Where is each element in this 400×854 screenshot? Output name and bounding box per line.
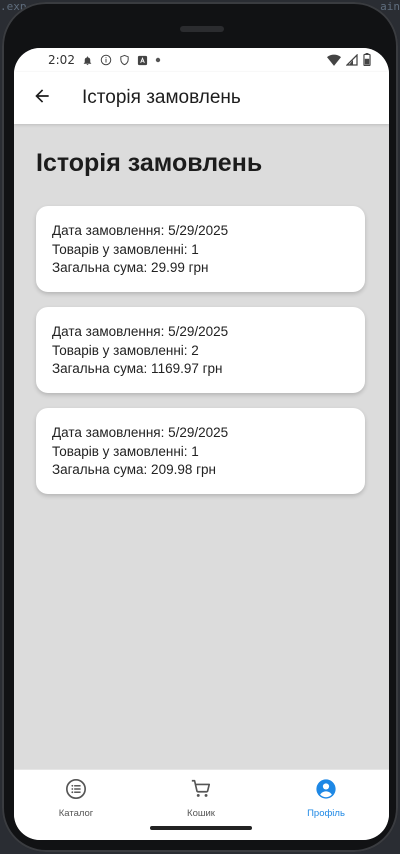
- nav-item-cart[interactable]: Кошик: [161, 778, 241, 819]
- shield-icon: [119, 54, 130, 66]
- wifi-icon: [327, 54, 341, 69]
- phone-speaker: [180, 26, 224, 32]
- battery-icon: [363, 53, 371, 69]
- order-items-count: Товарів у замовленні: 2: [52, 342, 199, 358]
- nav-item-catalog[interactable]: Каталог: [36, 778, 116, 819]
- status-bar: 2:02: [14, 48, 389, 72]
- order-date: Дата замовлення: 5/29/2025: [52, 223, 229, 238]
- notification-bell-icon: [82, 55, 93, 66]
- order-card[interactable]: Дата замовлення: 5/29/2025 Товарів у зам…: [36, 307, 365, 393]
- order-total: Загальна сума: 29.99 грн: [52, 260, 209, 275]
- order-total: Загальна сума: 209.98 грн: [52, 462, 216, 477]
- phone-frame: 2:02 Історія замовлень Історія замовлень…: [2, 2, 398, 852]
- page-title: Історія замовлень: [36, 149, 263, 177]
- order-items-count: Товарів у замовленні: 1: [52, 443, 199, 459]
- arrow-back-icon: [32, 86, 52, 111]
- translate-icon: [137, 55, 148, 66]
- order-date: Дата замовлення: 5/29/2025: [52, 425, 229, 440]
- nav-label-cart: Кошик: [187, 808, 215, 819]
- signal-icon: [345, 52, 358, 69]
- dot-icon: [155, 57, 161, 63]
- status-right-group: [327, 52, 371, 69]
- background-code-fragment-right: ain: [380, 0, 400, 13]
- nav-label-profile: Профіль: [307, 808, 345, 819]
- nav-item-profile[interactable]: Профіль: [286, 778, 366, 819]
- order-date: Дата замовлення: 5/29/2025: [52, 324, 229, 339]
- app-bar: Історія замовлень: [14, 72, 389, 124]
- order-card[interactable]: Дата замовлення: 5/29/2025 Товарів у зам…: [36, 408, 365, 494]
- status-time: 2:02: [48, 53, 75, 67]
- list-icon: [65, 778, 87, 805]
- order-items-count: Товарів у замовленні: 1: [52, 241, 199, 257]
- app-screen: 2:02 Історія замовлень Історія замовлень…: [14, 48, 389, 840]
- profile-icon: [315, 778, 337, 805]
- nav-label-catalog: Каталог: [58, 808, 94, 819]
- order-total: Загальна сума: 1169.97 грн: [52, 361, 223, 376]
- app-bar-title: Історія замовлень: [82, 87, 241, 108]
- home-indicator[interactable]: [150, 826, 252, 830]
- order-card[interactable]: Дата замовлення: 5/29/2025 Товарів у зам…: [36, 206, 365, 292]
- cart-icon: [190, 778, 212, 805]
- info-icon: [100, 54, 112, 66]
- back-button[interactable]: [28, 84, 56, 112]
